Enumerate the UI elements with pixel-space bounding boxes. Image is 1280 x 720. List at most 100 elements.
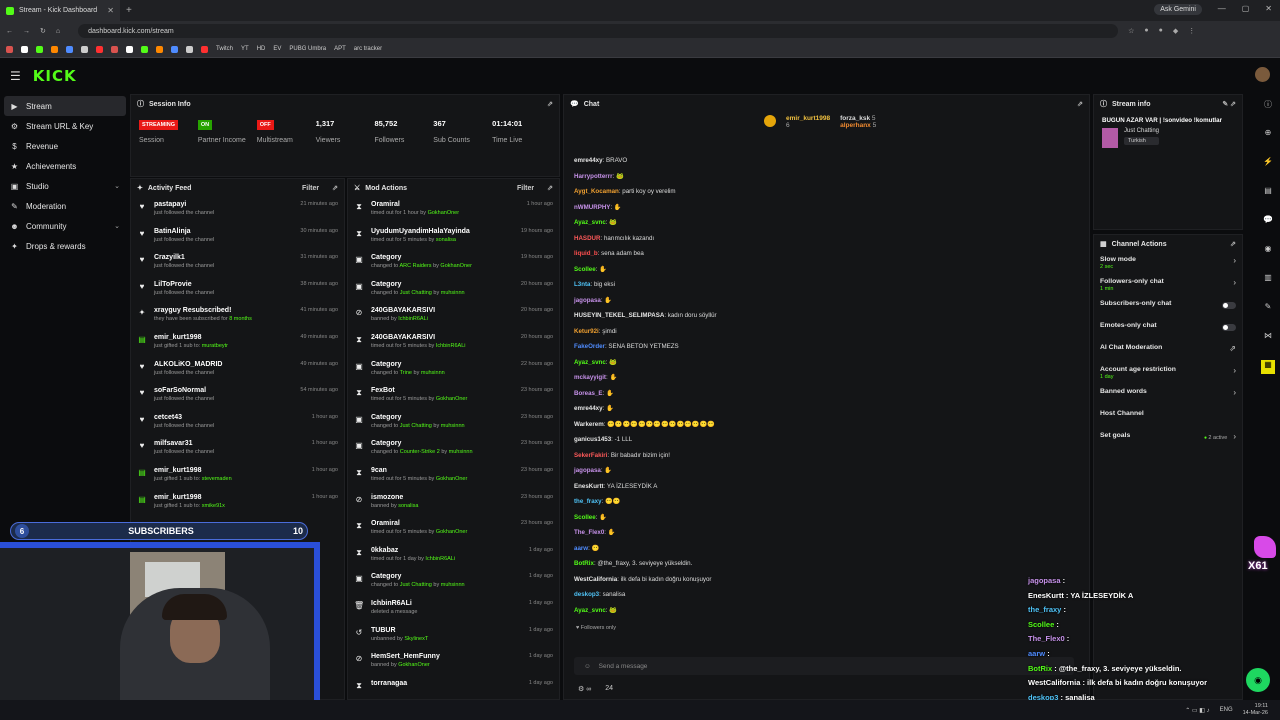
chat-message[interactable]: SekerFakiri: Bir babadır bizim için!	[564, 448, 1089, 464]
detail-link[interactable]: Just Chatting	[400, 423, 432, 429]
popout-icon[interactable]: ⇗	[547, 100, 553, 108]
edit-icon[interactable]: ✎ ⇗	[1222, 100, 1236, 108]
chevron-right-icon[interactable]: ›	[1233, 366, 1236, 375]
list-item[interactable]: ▤ emir_kurt1998 just gifted 1 sub to: xmik…	[131, 490, 344, 517]
chat-message[interactable]: Scollee: ✋	[564, 510, 1089, 526]
channel-action-set-goals[interactable]: Set goals ● 2 active ›	[1094, 429, 1242, 451]
list-item[interactable]: ♥ LilToProvie just followed the channel 38 …	[131, 277, 344, 304]
popout-icon[interactable]: ⇗	[332, 184, 338, 192]
chat-message[interactable]: liquid_b: sena adam bea	[564, 246, 1089, 262]
detail-link[interactable]: GokhanOner	[440, 263, 472, 269]
toggle-switch[interactable]	[1222, 302, 1236, 309]
bookmark-favicon-icon[interactable]	[201, 45, 208, 53]
document-icon[interactable]: ▤	[1261, 186, 1275, 200]
sidebar-item-stream-url-key[interactable]: ⚙ Stream URL & Key	[4, 116, 126, 136]
bookmark-favicon-icon[interactable]	[141, 45, 148, 53]
detail-link[interactable]: muhsinnn	[441, 423, 465, 429]
list-item[interactable]: ⧗ 0kkabaz timed out for 1 day by IchbinR6A…	[348, 543, 559, 570]
detail-link[interactable]: muhsinnn	[449, 449, 473, 455]
chat-message[interactable]: HASDUR: harımcılık kazandı	[564, 231, 1089, 247]
popout-icon[interactable]: ⇗	[1077, 100, 1083, 108]
detail-link[interactable]: GokhanOner	[436, 396, 468, 402]
feed-item-name[interactable]: emir_kurt1998	[154, 334, 293, 341]
feed-item-name[interactable]: Crazyilk1	[154, 254, 293, 261]
feed-item-name[interactable]: 9can	[371, 467, 514, 474]
chat-message[interactable]: Warkerem: 😶😶😶😶😶😶😶😶😶😶😶😶😶😶	[564, 417, 1089, 433]
feed-item-name[interactable]: 0kkabaz	[371, 547, 522, 554]
feed-item-name[interactable]: Oramiral	[371, 520, 514, 527]
chat-username[interactable]: HASDUR	[574, 235, 600, 242]
list-item[interactable]: ⧗ Oramiral timed out for 5 minutes by Gokh…	[348, 516, 559, 543]
channel-action-account-age-restriction[interactable]: Account age restriction 1 day ›	[1094, 363, 1242, 385]
channel-action-slow-mode[interactable]: Slow mode 2 sec ›	[1094, 253, 1242, 275]
bookmark-item[interactable]: YT	[241, 46, 249, 52]
sidebar-item-moderation[interactable]: ✎ Moderation	[4, 196, 126, 216]
feed-item-name[interactable]: torranagaa	[371, 680, 522, 687]
bookmark-favicon-icon[interactable]	[171, 45, 178, 53]
feed-item-name[interactable]: UyudumUyandimHalaYayinda	[371, 228, 514, 235]
chevron-right-icon[interactable]: ›	[1233, 256, 1236, 265]
bookmark-item[interactable]: arc tracker	[354, 46, 382, 52]
chat-username[interactable]: Ketur92i	[574, 328, 599, 335]
detail-link[interactable]: IchbinR6ALi	[425, 556, 455, 562]
detail-link[interactable]: Counter-Strike 2	[400, 449, 440, 455]
spotify-icon[interactable]: ◉	[1246, 668, 1270, 692]
bookmark-item[interactable]: HD	[257, 46, 266, 52]
mod-filter-button[interactable]: Filter	[517, 185, 534, 192]
detail-link[interactable]: ARC Raiders	[399, 263, 431, 269]
chat-username[interactable]: aarw	[574, 545, 588, 552]
detail-link[interactable]: muratbeytr	[202, 343, 228, 349]
extension-icon[interactable]: ●	[1159, 27, 1163, 35]
chat-message[interactable]: emre44xy: ✋	[564, 401, 1089, 417]
detail-link[interactable]: IchbinR6ALi	[398, 316, 428, 322]
chat-message[interactable]: Ketur92i: şimdi	[564, 324, 1089, 340]
calculator-icon[interactable]: ▦	[1261, 360, 1275, 374]
feed-item-name[interactable]: Category	[371, 440, 514, 447]
puzzle-icon[interactable]: ◆	[1173, 27, 1178, 35]
bookmark-favicon-icon[interactable]	[156, 45, 163, 53]
detail-link[interactable]: Just Chatting	[400, 290, 432, 296]
chat-message[interactable]: FakeOrder: SENA BETON YETMEZS	[564, 339, 1089, 355]
list-item[interactable]: ▣ Category changed to Just Chatting by muh…	[348, 410, 559, 437]
feed-item-name[interactable]: 240GBAYAKARSIVI	[371, 334, 514, 341]
chat-username[interactable]: liquid_b	[574, 250, 598, 257]
list-item[interactable]: ↺ TUBUR unbanned by SkylinexT 1 day ago	[348, 623, 559, 650]
chat-message[interactable]: emre44xy: BRAVO	[564, 153, 1089, 169]
chevron-right-icon[interactable]: ›	[1233, 388, 1236, 397]
bookmark-favicon-icon[interactable]	[6, 45, 13, 53]
chat-message[interactable]: Ayaz_svnc: 🐸	[564, 215, 1089, 231]
chat-username[interactable]: deskop3	[574, 591, 599, 598]
chat-message[interactable]: Ayaz_svnc: 🐸	[564, 603, 1089, 619]
bookmark-favicon-icon[interactable]	[81, 45, 88, 53]
chat-message[interactable]: EnesKurtt: YA İZLESEYDİK A	[564, 479, 1089, 495]
sidebar-item-drops-rewards[interactable]: ✦ Drops & rewards	[4, 236, 126, 256]
chat-username[interactable]: Boreas_E	[574, 390, 603, 397]
chat-message[interactable]: The_Flex0: ✋	[564, 525, 1089, 541]
channel-action-ai-chat-moderation[interactable]: AI Chat Moderation ⇗	[1094, 341, 1242, 363]
hamburger-menu-icon[interactable]: ☰	[10, 69, 21, 83]
list-item[interactable]: ♥ milfsavar31 just followed the channel 1 h…	[131, 436, 344, 463]
detail-link[interactable]: GokhanOner	[428, 210, 460, 216]
chat-message[interactable]: L3nta: big eksi	[564, 277, 1089, 293]
feed-item-name[interactable]: emir_kurt1998	[154, 494, 305, 501]
chat-username[interactable]: mckayyigit	[574, 374, 606, 381]
chat-message[interactable]: jagopasa: ✋	[564, 293, 1089, 309]
detail-link[interactable]: sonalisa	[398, 503, 418, 509]
chat-username[interactable]: Ayaz_svnc	[574, 607, 606, 614]
chat-username[interactable]: emre44xy	[574, 157, 603, 164]
feed-item-name[interactable]: milfsavar31	[154, 440, 305, 447]
list-item[interactable]: ⊘ HemSert_HemFunny banned by GokhanOner 1 d…	[348, 649, 559, 676]
bookmark-star-icon[interactable]: ☆	[1128, 27, 1134, 35]
detail-link[interactable]: muhsinnn	[421, 370, 445, 376]
list-item[interactable]: ♥ soFarSoNormal just followed the channel 5…	[131, 383, 344, 410]
feed-item-name[interactable]: TUBUR	[371, 627, 522, 634]
leaderboard-user[interactable]: alperhanx	[840, 122, 871, 129]
leaderboard-user[interactable]: forza_ksk	[840, 115, 870, 122]
bookmark-item[interactable]: PUBG Umbra	[289, 46, 326, 52]
target-icon[interactable]: ⊕	[1261, 128, 1275, 142]
bookmark-favicon-icon[interactable]	[66, 45, 73, 53]
detail-link[interactable]: muhsinnn	[441, 290, 465, 296]
feed-item-name[interactable]: IchbinR6ALi	[371, 600, 522, 607]
sidebar-item-studio[interactable]: ▣ Studio ⌄	[4, 176, 126, 196]
chat-username[interactable]: L3nta	[574, 281, 591, 288]
